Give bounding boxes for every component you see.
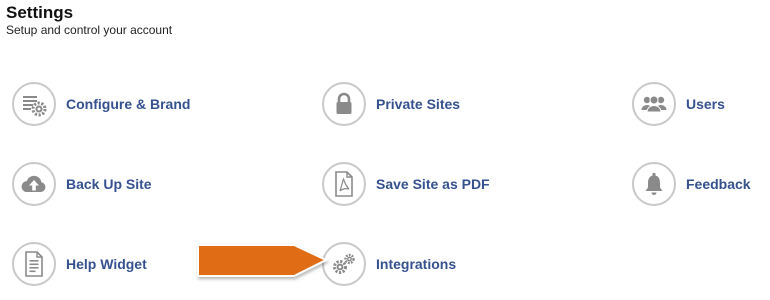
document-icon [12,242,56,286]
tile-label: Save Site as PDF [376,176,490,192]
tile-label: Back Up Site [66,176,152,192]
tile-feedback[interactable]: Feedback [632,162,751,206]
lock-icon [322,82,366,126]
tile-integrations[interactable]: Integrations [322,242,456,286]
tile-label: Integrations [376,256,457,272]
page-title: Settings [6,3,74,22]
tile-label: Users [686,96,725,112]
tile-private-sites[interactable]: Private Sites [322,82,460,126]
callout-arrow [196,240,330,289]
tile-back-up-site[interactable]: Back Up Site [12,162,152,206]
tile-save-site-as-pdf[interactable]: Save Site as PDF [322,162,490,206]
tile-label: Help Widget [66,256,147,272]
tile-users[interactable]: Users [632,82,725,126]
pdf-document-icon [322,162,366,206]
cloud-upload-icon [12,162,56,206]
tile-configure-brand[interactable]: Configure & Brand [12,82,190,126]
tile-label: Private Sites [376,96,461,112]
tile-help-widget[interactable]: Help Widget [12,242,147,286]
tile-label: Configure & Brand [66,96,191,112]
bell-icon [632,162,676,206]
configure-gear-icon [12,82,56,126]
tile-label: Feedback [686,176,751,192]
users-icon [632,82,676,126]
page-subtitle: Setup and control your account [6,23,173,37]
